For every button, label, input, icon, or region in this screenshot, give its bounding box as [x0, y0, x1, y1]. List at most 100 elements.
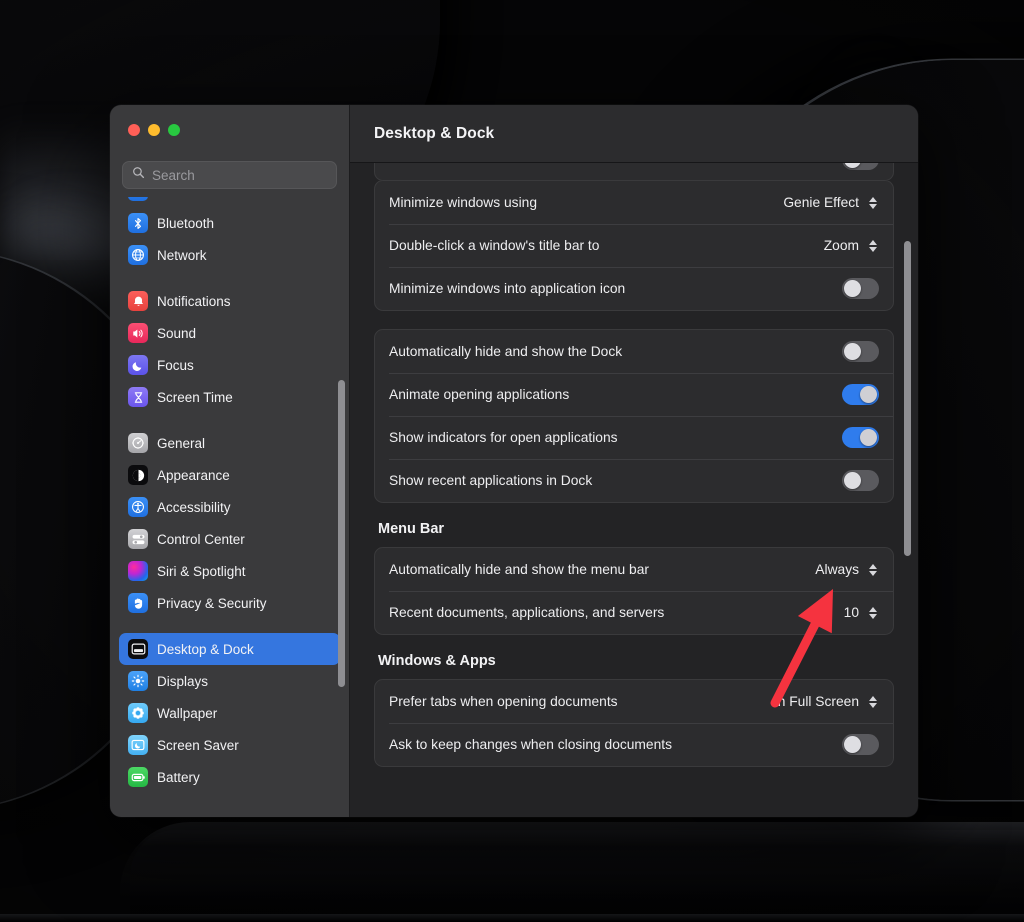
brightness-icon	[128, 671, 148, 691]
bluetooth-icon	[128, 213, 148, 233]
sidebar-item-sound[interactable]: Sound	[119, 317, 340, 349]
settings-groups: Minimize windows using Genie Effect Double…	[374, 180, 894, 767]
detail-scroll-area[interactable]: Minimize windows using Genie Effect Double…	[350, 163, 918, 817]
sidebar-item-wallpaper[interactable]: Wallpaper	[119, 697, 340, 729]
sidebar-item-displays[interactable]: Displays	[119, 665, 340, 697]
sidebar-item-screen-time[interactable]: Screen Time	[119, 381, 340, 413]
sidebar-item-wi-fi[interactable]: Wi-Fi	[119, 197, 340, 207]
toggle-knob	[844, 736, 861, 753]
search-field[interactable]	[122, 161, 337, 189]
sidebar-item-label: Wallpaper	[157, 705, 218, 721]
settings-row[interactable]: Show indicators for open applications	[375, 416, 893, 459]
sidebar-item-network[interactable]: Network	[119, 239, 340, 271]
sidebar-item-label: Siri & Spotlight	[157, 563, 246, 579]
sidebar-item-general[interactable]: General	[119, 427, 340, 459]
popup-value: Always	[815, 562, 859, 577]
popup-chevrons-icon[interactable]	[866, 193, 879, 212]
zoom-button[interactable]	[168, 124, 180, 136]
popup-chevrons-icon[interactable]	[866, 236, 879, 255]
search-container	[110, 153, 349, 197]
sidebar-item-privacy-security[interactable]: Privacy & Security	[119, 587, 340, 619]
settings-row-label: Show indicators for open applications	[389, 430, 618, 445]
sidebar: Wi-Fi Bluetooth Network Notifications Sound F…	[110, 105, 350, 817]
popup-value: Genie Effect	[783, 195, 859, 210]
toggle-switch[interactable]	[842, 427, 879, 448]
flower-icon	[128, 703, 148, 723]
detail-header: Desktop & Dock	[350, 105, 918, 163]
settings-row-label: Prefer tabs when opening documents	[389, 694, 618, 709]
minimize-button[interactable]	[148, 124, 160, 136]
table-row[interactable]	[375, 163, 893, 180]
sidebar-item-focus[interactable]: Focus	[119, 349, 340, 381]
toggle[interactable]	[842, 163, 879, 170]
speaker-icon	[128, 323, 148, 343]
settings-row[interactable]: Minimize windows using Genie Effect	[375, 181, 893, 224]
toggle-knob	[860, 429, 877, 446]
dock-icon	[128, 639, 148, 659]
sidebar-list: Wi-Fi Bluetooth Network Notifications Sound F…	[110, 197, 349, 793]
sidebar-scrollbar[interactable]	[338, 380, 345, 687]
sidebar-item-battery[interactable]: Battery	[119, 761, 340, 793]
sidebar-item-label: Control Center	[157, 531, 245, 547]
sidebar-item-label: Appearance	[157, 467, 230, 483]
detail-scrollbar[interactable]	[904, 241, 911, 556]
sidebar-item-screen-saver[interactable]: Screen Saver	[119, 729, 340, 761]
sidebar-item-desktop-dock[interactable]: Desktop & Dock	[119, 633, 340, 665]
battery-icon	[128, 767, 148, 787]
settings-row-label: Show recent applications in Dock	[389, 473, 593, 488]
popup-chevrons-icon[interactable]	[866, 560, 879, 579]
wifi-icon	[128, 197, 148, 201]
window-traffic-lights	[110, 105, 349, 153]
settings-row[interactable]: Minimize windows into application icon	[375, 267, 893, 310]
hourglass-icon	[128, 387, 148, 407]
toggle-switch[interactable]	[842, 470, 879, 491]
settings-row[interactable]: Recent documents, applications, and serv…	[375, 591, 893, 634]
popup-chevrons-icon[interactable]	[866, 692, 879, 711]
screen-bezel-bottom	[0, 914, 1024, 922]
accessibility-icon	[128, 497, 148, 517]
sidebar-item-appearance[interactable]: Appearance	[119, 459, 340, 491]
settings-row[interactable]: Animate opening applications	[375, 373, 893, 416]
siri-icon	[128, 561, 148, 581]
settings-row[interactable]: Automatically hide and show the Dock	[375, 330, 893, 373]
sidebar-item-label: General	[157, 435, 206, 451]
settings-row[interactable]: Double-click a window's title bar to Zoom	[375, 224, 893, 267]
gear-icon	[128, 433, 148, 453]
sidebar-item-control-center[interactable]: Control Center	[119, 523, 340, 555]
popup-value: Zoom	[823, 238, 859, 253]
settings-row[interactable]: Automatically hide and show the menu bar…	[375, 548, 893, 591]
settings-row-label: Double-click a window's title bar to	[389, 238, 600, 253]
settings-group: Automatically hide and show the menu bar…	[374, 547, 894, 635]
close-button[interactable]	[128, 124, 140, 136]
settings-row-label: Automatically hide and show the menu bar	[389, 562, 649, 577]
sidebar-item-label: Notifications	[157, 293, 231, 309]
sidebar-item-accessibility[interactable]: Accessibility	[119, 491, 340, 523]
sidebar-scroll-area[interactable]: Wi-Fi Bluetooth Network Notifications Sound F…	[110, 197, 349, 817]
settings-row[interactable]: Prefer tabs when opening documents In Ful…	[375, 680, 893, 723]
sidebar-item-notifications[interactable]: Notifications	[119, 285, 340, 317]
sidebar-item-siri-spotlight[interactable]: Siri & Spotlight	[119, 555, 340, 587]
toggle-switch[interactable]	[842, 341, 879, 362]
moon-icon	[128, 355, 148, 375]
hand-icon	[128, 593, 148, 613]
sidebar-group-separator	[119, 619, 340, 633]
stepper-control[interactable]	[866, 603, 879, 622]
sidebar-item-bluetooth[interactable]: Bluetooth	[119, 207, 340, 239]
toggle-knob	[844, 343, 861, 360]
sidebar-item-label: Screen Time	[157, 389, 233, 405]
sidebar-item-label: Wi-Fi	[157, 197, 188, 199]
contrast-icon	[128, 465, 148, 485]
bell-icon	[128, 291, 148, 311]
toggle-switch[interactable]	[842, 384, 879, 405]
toggle-switch[interactable]	[842, 278, 879, 299]
toggle-switch[interactable]	[842, 734, 879, 755]
sidebar-item-label: Bluetooth	[157, 215, 215, 231]
settings-row-label: Minimize windows using	[389, 195, 537, 210]
settings-row[interactable]: Ask to keep changes when closing documen…	[375, 723, 893, 766]
sidebar-item-label: Accessibility	[157, 499, 231, 515]
popup-value: In Full Screen	[773, 694, 859, 709]
settings-row[interactable]: Show recent applications in Dock	[375, 459, 893, 502]
search-input[interactable]	[152, 167, 327, 183]
toggle-knob	[844, 472, 861, 489]
sidebar-item-label: Displays	[157, 673, 209, 689]
